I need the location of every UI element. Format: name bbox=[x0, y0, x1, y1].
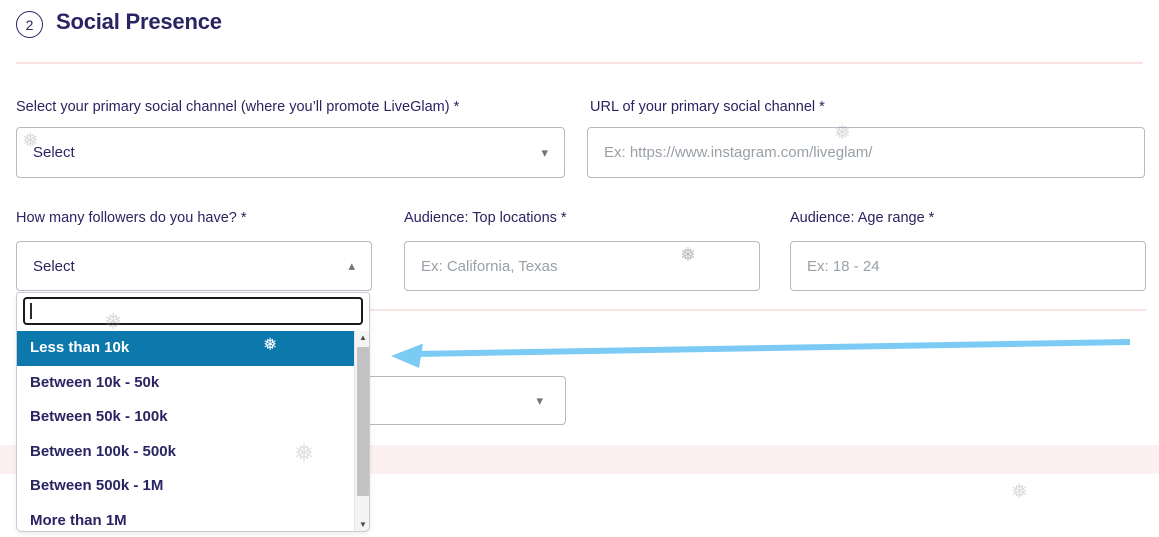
dropdown-option[interactable]: More than 1M bbox=[17, 503, 354, 531]
step-number-badge: 2 bbox=[16, 11, 43, 38]
primary-channel-select-value: Select bbox=[33, 144, 75, 161]
age-range-input[interactable] bbox=[790, 241, 1146, 291]
section-divider bbox=[16, 62, 1143, 64]
top-locations-label: Audience: Top locations * bbox=[404, 210, 567, 226]
dropdown-search-input[interactable] bbox=[23, 297, 363, 325]
dropdown-option[interactable]: Between 100k - 500k bbox=[17, 434, 354, 469]
chevron-up-icon: ▴ bbox=[348, 258, 355, 273]
scroll-down-icon[interactable]: ▼ bbox=[355, 518, 369, 531]
url-label: URL of your primary social channel * bbox=[590, 99, 825, 115]
scroll-up-icon[interactable]: ▲ bbox=[355, 331, 369, 345]
chevron-down-icon: ▾ bbox=[536, 392, 543, 408]
top-locations-input[interactable] bbox=[404, 241, 760, 291]
dropdown-option[interactable]: Between 50k - 100k bbox=[17, 400, 354, 435]
snowflake-icon: ❅ bbox=[1011, 481, 1028, 503]
url-input[interactable] bbox=[587, 127, 1145, 178]
dropdown-scrollbar[interactable]: ▲ ▼ bbox=[354, 331, 369, 531]
text-cursor bbox=[30, 303, 32, 319]
dropdown-option[interactable]: Between 10k - 50k bbox=[17, 365, 354, 400]
primary-channel-select[interactable]: Select ▾ bbox=[16, 127, 565, 178]
chevron-down-icon: ▾ bbox=[541, 144, 548, 160]
dropdown-option[interactable]: Between 500k - 1M bbox=[17, 469, 354, 504]
scrollbar-thumb[interactable] bbox=[356, 347, 369, 496]
dropdown-option[interactable]: Less than 10k bbox=[17, 331, 354, 366]
followers-label: How many followers do you have? * bbox=[16, 210, 247, 226]
followers-select-value: Select bbox=[33, 257, 75, 275]
followers-dropdown-panel: Less than 10k Between 10k - 50k Between … bbox=[16, 292, 370, 532]
primary-channel-label: Select your primary social channel (wher… bbox=[16, 99, 460, 115]
social-presence-form: 2 Social Presence Select your primary so… bbox=[0, 0, 1159, 537]
age-range-label: Audience: Age range * bbox=[790, 210, 935, 226]
followers-select[interactable]: Select ▴ bbox=[16, 241, 372, 291]
page-title: Social Presence bbox=[56, 9, 222, 34]
